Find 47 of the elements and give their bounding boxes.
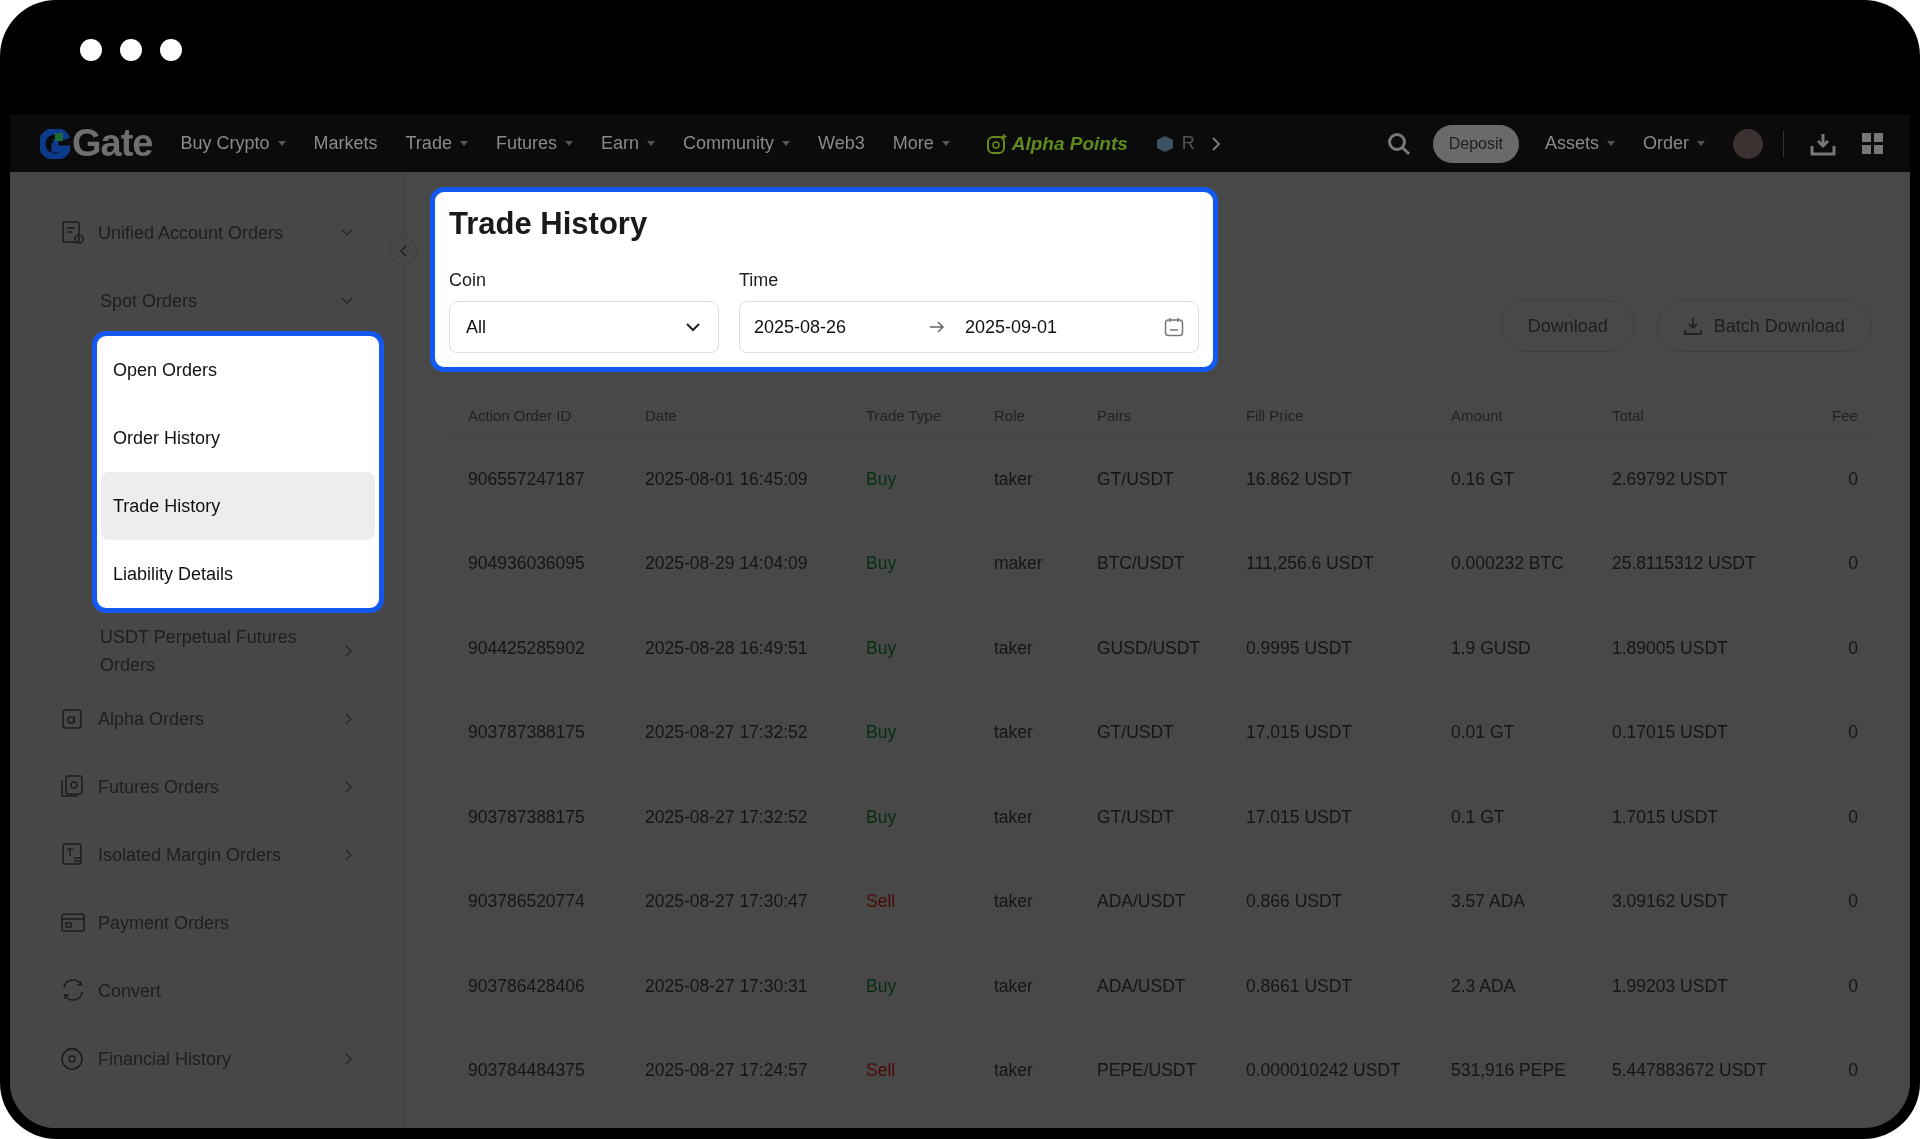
table-cell-text: Buy — [866, 637, 898, 659]
chevron-right-icon — [1210, 135, 1221, 152]
coin-select[interactable]: All — [449, 301, 719, 353]
table-cell-text: Buy — [866, 553, 898, 575]
nav-link[interactable]: Futures — [495, 133, 573, 154]
nav-link[interactable]: Community — [682, 133, 790, 154]
logo-text[interactable]: Gate — [72, 122, 153, 165]
nav-link[interactable]: Buy Crypto — [180, 133, 286, 154]
deposit-button[interactable]: Deposit — [1432, 124, 1519, 163]
promo-link[interactable]: Alpha Points — [985, 132, 1128, 155]
table-cell-text: Sell — [866, 891, 897, 913]
search-icon — [1386, 131, 1411, 156]
table-cell-text: Sell — [866, 1060, 897, 1082]
grid-icon — [1862, 132, 1884, 155]
nav-link[interactable]: Markets — [313, 133, 378, 154]
nav-link[interactable]: More — [892, 133, 950, 154]
chevron-left-icon — [399, 245, 407, 257]
collapse-button[interactable] — [389, 237, 417, 265]
window-dot — [80, 39, 102, 61]
nav-link[interactable]: Assets — [1544, 133, 1615, 154]
field-label: Time — [739, 270, 780, 291]
nav-link[interactable]: Trade — [405, 133, 468, 154]
nav-link[interactable]: Web3 — [818, 133, 865, 154]
logo-icon — [40, 128, 70, 159]
nav-link[interactable]: Earn — [600, 133, 655, 154]
table-cell-text: Buy — [866, 975, 898, 997]
arrow-right-icon — [929, 321, 945, 333]
table-cell-text: Buy — [866, 722, 898, 744]
download-icon — [1683, 317, 1702, 335]
download-icon — [1810, 131, 1836, 156]
cube-icon — [1155, 134, 1174, 153]
field-label: Coin — [449, 270, 488, 291]
calendar-icon — [1164, 317, 1184, 337]
sidebar-item[interactable]: Trade History — [101, 472, 375, 540]
page-title: Trade History — [449, 206, 649, 242]
at-icon — [985, 132, 1008, 155]
window-dot — [160, 39, 182, 61]
date-range-field[interactable]: 2025-08-26 2025-09-01 — [739, 301, 1199, 353]
table-cell-text: Buy — [866, 468, 898, 490]
avatar[interactable] — [1733, 128, 1763, 159]
nav-link[interactable]: Order — [1643, 133, 1705, 154]
sidebar-item[interactable]: Order History — [101, 404, 375, 472]
chevron-down-icon — [686, 322, 700, 332]
table-cell-text: Buy — [866, 806, 898, 828]
window-dot — [120, 39, 142, 61]
sidebar-item[interactable]: Liability Details — [101, 540, 375, 608]
sidebar-item[interactable]: Open Orders — [101, 336, 375, 404]
